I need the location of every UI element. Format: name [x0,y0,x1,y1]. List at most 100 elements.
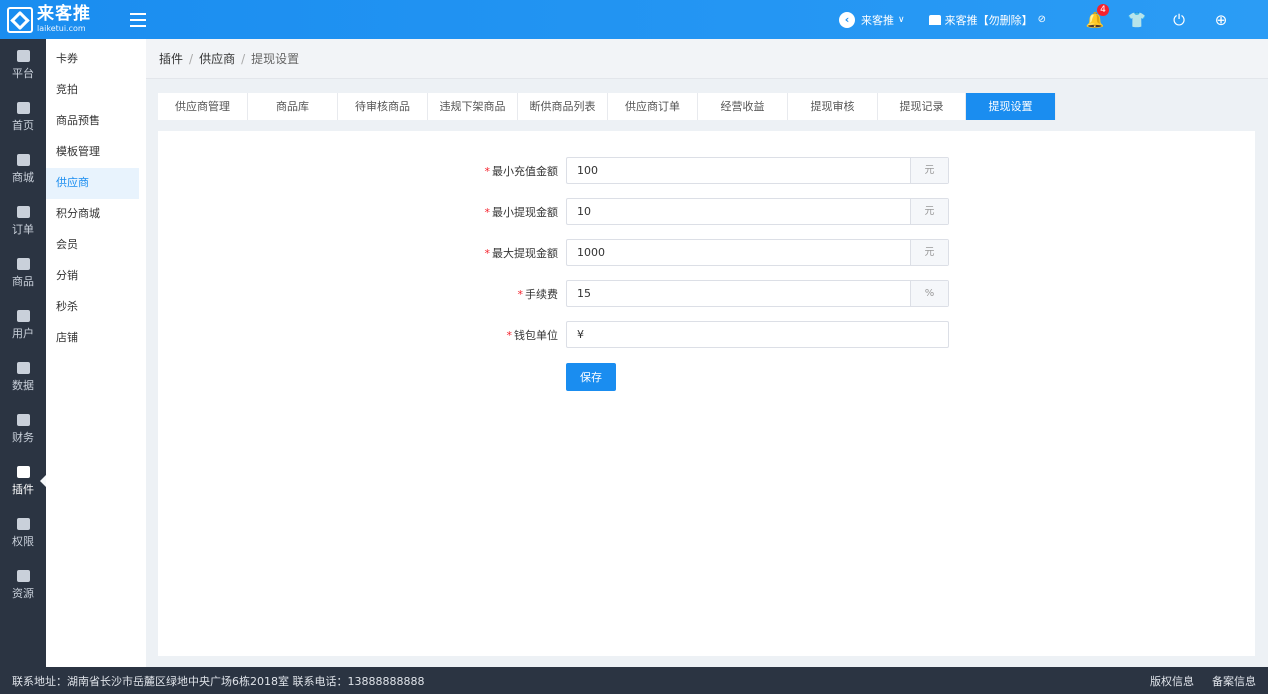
tab[interactable]: 提现记录 [878,93,966,120]
brand-domain: laiketui.com [37,24,86,33]
nav-icon [16,569,30,582]
form-input[interactable] [567,281,910,306]
tab[interactable]: 断供商品列表 [518,93,608,120]
form-input[interactable] [567,158,910,183]
form-label-text: 钱包单位 [514,328,558,342]
form-input[interactable] [567,322,948,347]
submenu-item[interactable]: 竞拍 [46,75,139,106]
nav-icon [16,309,30,322]
submenu-item[interactable]: 卡券 [46,44,139,75]
tab[interactable]: 提现审核 [788,93,878,120]
nav-item[interactable]: 商品 [0,247,46,299]
footer-address: 联系地址：湖南省长沙市岳麓区绿地中央广场6栋2018室 联系电话：1388888… [12,674,425,688]
nav-label: 数据 [12,378,34,392]
nav-item[interactable]: 平台 [0,39,46,91]
tab[interactable]: 经营收益 [698,93,788,120]
nav-label: 订单 [12,222,34,236]
store-logo-icon: ‹ [839,11,856,28]
power-icon[interactable]: ⏻ [1169,10,1189,30]
tab[interactable]: 违规下架商品 [428,93,518,120]
nav-icon [16,517,30,530]
submenu-item[interactable]: 会员 [46,230,139,261]
nav-label: 商城 [12,170,34,184]
form-label-text: 手续费 [525,287,558,301]
chevron-down-icon: ∨ [898,14,905,25]
bell-icon[interactable]: 🔔 4 [1085,3,1109,30]
nav-icon [16,413,30,426]
submenu-item[interactable]: 供应商 [46,168,139,199]
nav-icon [16,465,30,478]
required-mark: * [484,246,491,260]
submenu-item[interactable]: 模板管理 [46,137,139,168]
required-mark: * [484,205,491,219]
nav-label: 首页 [12,118,34,132]
submenu-item[interactable]: 店铺 [46,323,139,354]
tab-bar: 供应商管理 商品库 待审核商品 违规下架商品 断供商品列表 供应商订单 经营收益 提现审核 提现… [158,93,1056,120]
form-label-text: 最小充值金额 [492,164,558,178]
tab[interactable]: 待审核商品 [338,93,428,120]
submenu-item[interactable]: 分销 [46,261,139,292]
footer-link-icp[interactable]: 备案信息 [1212,673,1256,689]
breadcrumb-item[interactable]: 插件 [159,50,183,67]
form-row: *手续费% [458,280,949,307]
breadcrumb-item: 提现设置 [251,52,300,66]
input-group: % [566,280,949,307]
external-link-icon: ⊘ [1037,14,1046,25]
tab[interactable]: 供应商订单 [608,93,698,120]
sub-menu: 卡券 竞拍 商品预售 模板管理 供应商 积分商城 会员 分销 秒杀 店铺 [46,39,146,667]
nav-icon [16,153,30,166]
logo-icon [7,6,33,33]
nav-item[interactable]: 财务 [0,403,46,455]
nav-item[interactable]: 用户 [0,299,46,351]
tab[interactable]: 供应商管理 [158,93,248,120]
nav-label: 财务 [12,430,34,444]
form-input[interactable] [567,240,910,265]
submenu-item[interactable]: 秒杀 [46,292,139,323]
nav-item[interactable]: 首页 [0,91,46,143]
form-label-text: 最大提现金额 [492,246,558,260]
input-group [566,321,949,348]
submenu-item[interactable]: 商品预售 [46,106,139,137]
unit-addon: 元 [910,158,948,183]
footer: 联系地址：湖南省长沙市岳麓区绿地中央广场6栋2018室 联系电话：1388888… [0,667,1268,694]
brand-logo[interactable]: 来客推 laiketui.com [7,6,127,33]
nav-icon [16,361,30,374]
shop-link[interactable]: 来客推【勿删除】 ⊘ [928,12,1046,28]
store-switcher[interactable]: ‹ 来客推 ∨ [839,11,905,28]
form-row: *最大提现金额 元 [458,239,949,266]
nav-item[interactable]: 资源 [0,559,46,611]
form-label: * 最大提现金额 [458,245,566,261]
breadcrumb-separator: / [189,51,194,66]
nav-item[interactable]: 插件 [0,455,46,507]
nav-label: 平台 [12,66,34,80]
shirt-icon[interactable]: 👕 [1127,10,1147,30]
globe-icon[interactable]: ⊕ [1211,10,1231,30]
nav-icon [16,49,30,62]
form-label: * 最小提现金额 [458,204,566,220]
settings-panel: 保存 *最小充值金额元*最小提现金额元*最大提现金额元*手续费%*钱包单位 [158,131,1255,656]
form-row: *最小充值金额 元 [458,157,949,184]
tab[interactable]: 提现设置 [966,93,1056,120]
input-group: 元 [566,157,949,184]
submenu-item[interactable]: 积分商城 [46,199,139,230]
unit-addon: 元 [910,199,948,224]
input-group: 元 [566,239,949,266]
tab[interactable]: 商品库 [248,93,338,120]
breadcrumb-item[interactable]: 供应商 [199,50,235,67]
form-input[interactable] [567,199,910,224]
nav-item[interactable]: 订单 [0,195,46,247]
nav-label: 资源 [12,586,34,600]
nav-icon [16,101,30,114]
footer-link-copyright[interactable]: 版权信息 [1150,673,1194,689]
nav-item[interactable]: 数据 [0,351,46,403]
breadcrumb: 插件 / 供应商 / 提现设置 [146,39,1268,79]
required-mark: * [517,287,524,301]
input-group: 元 [566,198,949,225]
nav-label: 权限 [12,534,34,548]
notification-badge: 4 [1097,3,1109,16]
nav-label: 插件 [12,482,34,496]
nav-item[interactable]: 权限 [0,507,46,559]
save-button[interactable]: 保存 [566,363,616,391]
nav-item[interactable]: 商城 [0,143,46,195]
menu-toggle-icon[interactable] [130,12,146,27]
